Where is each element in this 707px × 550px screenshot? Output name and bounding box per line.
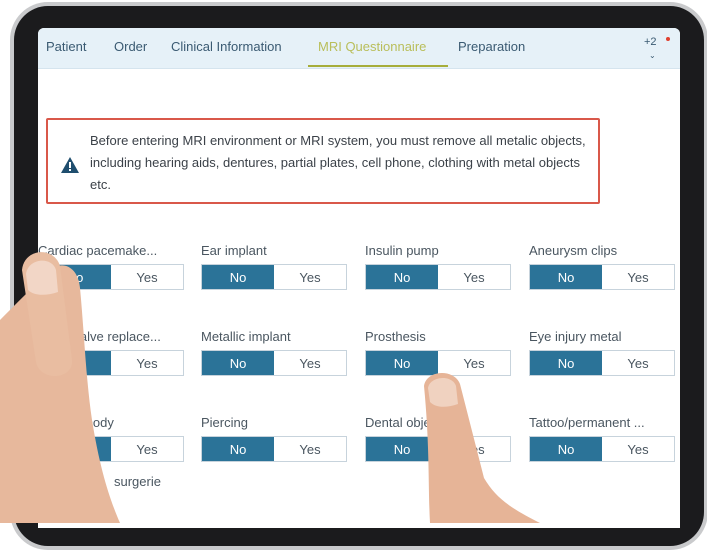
yes-option-button[interactable]: Yes: [438, 265, 510, 289]
alert-message: Before entering MRI environment or MRI s…: [90, 133, 586, 192]
active-tab-indicator: [308, 65, 448, 67]
no-option-button[interactable]: No: [39, 351, 111, 375]
no-option-button[interactable]: No: [202, 437, 274, 461]
chevron-down-icon[interactable]: ⌄: [649, 51, 656, 60]
tablet-screen: Patient Order Clinical Information MRI Q…: [38, 28, 680, 528]
question-label: Tattoo/permanent ...: [529, 415, 645, 430]
yes-option-button[interactable]: Yes: [438, 437, 510, 461]
question-label: Ear implant: [201, 243, 267, 258]
no-option-button[interactable]: No: [530, 351, 602, 375]
yes-no-toggle: No Yes: [529, 436, 675, 462]
question-item: Ear implant No Yes: [201, 243, 351, 290]
tab-order[interactable]: Order: [114, 39, 147, 54]
question-label: Eye injury metal: [529, 329, 622, 344]
yes-option-button[interactable]: Yes: [111, 265, 183, 289]
notification-dot: [666, 37, 670, 41]
question-item: Heart valve replace... No Yes: [38, 329, 188, 376]
yes-no-toggle: No Yes: [201, 436, 347, 462]
tab-bar: Patient Order Clinical Information MRI Q…: [38, 28, 680, 69]
yes-no-toggle: No Yes: [529, 264, 675, 290]
question-label: Foreign body: [38, 415, 114, 430]
no-option-button[interactable]: No: [202, 265, 274, 289]
yes-option-button[interactable]: Yes: [438, 351, 510, 375]
yes-option-button[interactable]: Yes: [602, 437, 674, 461]
yes-option-button[interactable]: Yes: [274, 265, 346, 289]
yes-option-button[interactable]: Yes: [274, 351, 346, 375]
yes-no-toggle: No Yes: [38, 264, 184, 290]
yes-option-button[interactable]: Yes: [274, 437, 346, 461]
tab-patient[interactable]: Patient: [46, 39, 86, 54]
question-label: surgerie: [114, 474, 161, 489]
question-item: Aneurysm clips No Yes: [529, 243, 679, 290]
question-item: Eye injury metal No Yes: [529, 329, 679, 376]
no-option-button[interactable]: No: [366, 351, 438, 375]
question-label: Prosthesis: [365, 329, 426, 344]
no-option-button[interactable]: No: [530, 265, 602, 289]
warning-triangle-icon: [61, 157, 79, 173]
question-item: Insulin pump No Yes: [365, 243, 515, 290]
tab-mri-questionnaire[interactable]: MRI Questionnaire: [318, 39, 426, 54]
yes-option-button[interactable]: Yes: [602, 351, 674, 375]
question-item: Foreign body No Yes: [38, 415, 188, 462]
question-label: Piercing: [201, 415, 248, 430]
question-item: Cardiac pacemake... No Yes: [38, 243, 188, 290]
question-label: Aneurysm clips: [529, 243, 618, 258]
yes-no-toggle: No Yes: [201, 350, 347, 376]
more-tabs-button[interactable]: +2: [644, 36, 657, 48]
yes-no-toggle: No Yes: [38, 436, 184, 462]
yes-option-button[interactable]: Yes: [111, 351, 183, 375]
yes-no-toggle: No Yes: [38, 350, 184, 376]
yes-no-toggle: No Yes: [365, 436, 511, 462]
no-option-button[interactable]: No: [39, 265, 111, 289]
no-option-button[interactable]: No: [39, 437, 111, 461]
yes-no-toggle: No Yes: [529, 350, 675, 376]
question-item: Piercing No Yes: [201, 415, 351, 462]
no-option-button[interactable]: No: [202, 351, 274, 375]
question-item: Tattoo/permanent ... No Yes: [529, 415, 679, 462]
tab-preparation[interactable]: Preparation: [458, 39, 525, 54]
question-label: Insulin pump: [365, 243, 439, 258]
yes-no-toggle: No Yes: [365, 264, 511, 290]
question-item: Dental objects No Yes: [365, 415, 515, 462]
yes-no-toggle: No Yes: [201, 264, 347, 290]
no-option-button[interactable]: No: [366, 265, 438, 289]
question-label: Heart valve replace...: [38, 329, 161, 344]
yes-option-button[interactable]: Yes: [602, 265, 674, 289]
question-label: Dental objects: [365, 415, 448, 430]
question-item: Metallic implant No Yes: [201, 329, 351, 376]
no-option-button[interactable]: No: [530, 437, 602, 461]
question-item: Prosthesis No Yes: [365, 329, 515, 376]
no-option-button[interactable]: No: [366, 437, 438, 461]
question-label: Metallic implant: [201, 329, 291, 344]
yes-no-toggle: No Yes: [365, 350, 511, 376]
mri-warning-alert: Before entering MRI environment or MRI s…: [46, 118, 600, 204]
yes-option-button[interactable]: Yes: [111, 437, 183, 461]
question-label: Cardiac pacemake...: [38, 243, 158, 258]
tab-clinical-information[interactable]: Clinical Information: [171, 39, 282, 54]
